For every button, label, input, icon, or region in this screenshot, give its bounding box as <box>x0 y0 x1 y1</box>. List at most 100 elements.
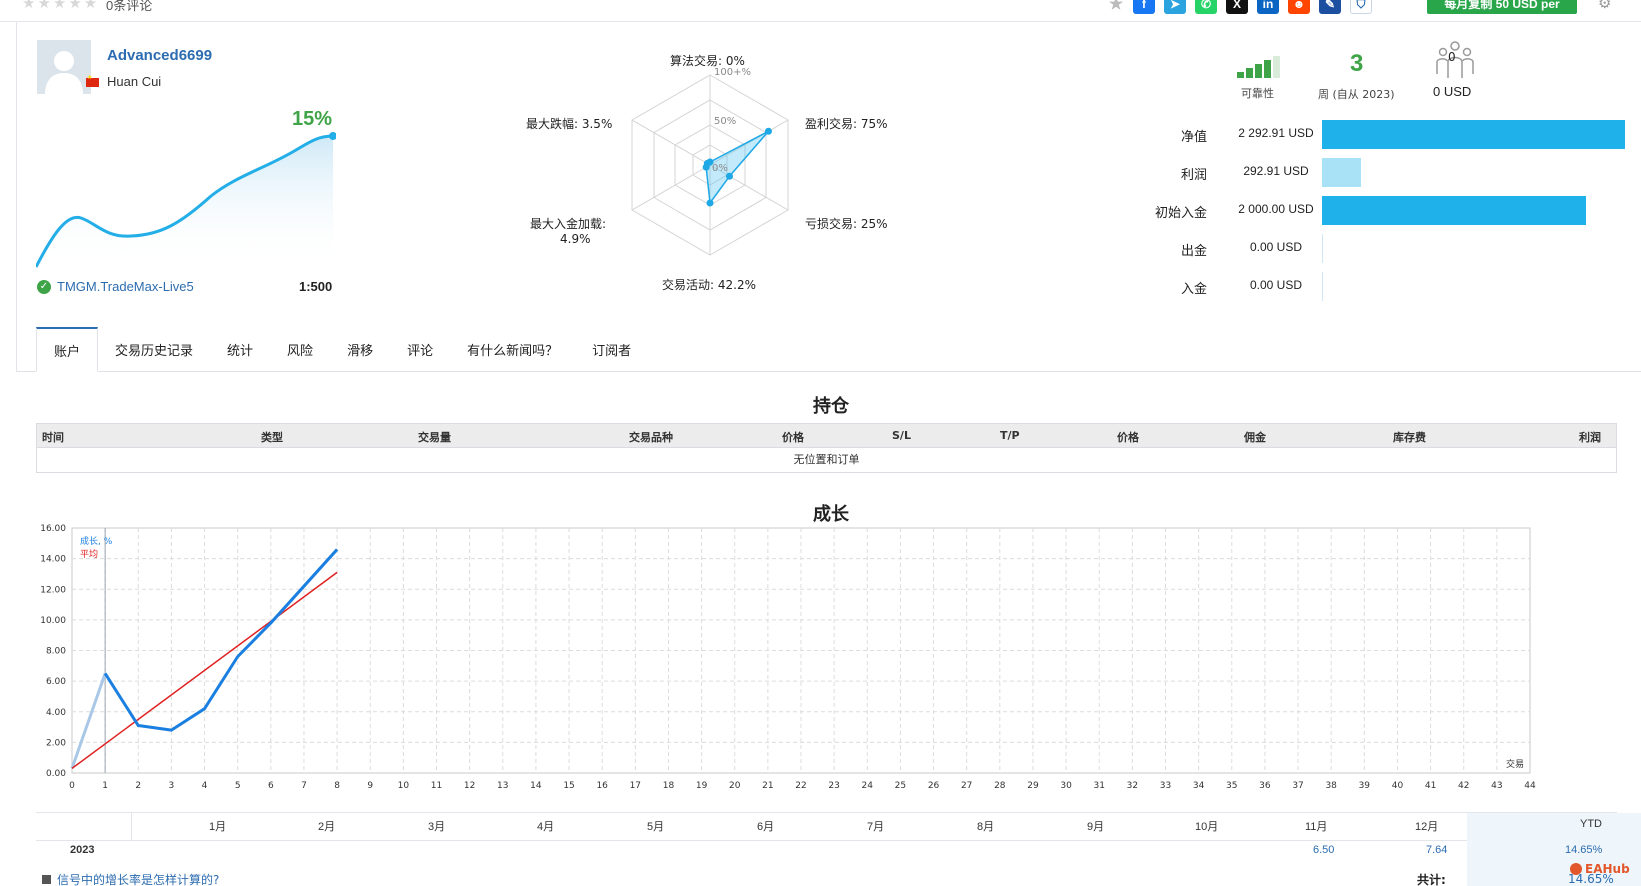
column-header[interactable]: 库存费 <box>1393 429 1426 445</box>
y-tick-label: 0.00 <box>46 769 66 779</box>
x-tick-label: 38 <box>1325 781 1337 791</box>
month-label: 6月 <box>757 821 775 833</box>
y-tick-label: 12.00 <box>40 585 66 595</box>
telegram-icon[interactable]: ➤ <box>1164 0 1186 14</box>
top-bar: ★★★★★ 0条评论 ★ f ➤ ✆ X in ☻ ✎ ⛉ 每月复制 50 US… <box>0 0 1641 22</box>
month-label: 2月 <box>318 821 336 833</box>
weeks-label: 周 (自从 2023) <box>1318 88 1395 101</box>
month-label: 12月 <box>1415 821 1439 833</box>
finance-row: 入金 0.00 USD <box>1120 272 1640 302</box>
broker-server[interactable]: ✓ TMGM.TradeMax-Live5 <box>37 279 194 294</box>
x-tick-label: 2 <box>135 781 141 791</box>
left-divider <box>16 22 17 372</box>
x-tick-label: 36 <box>1259 781 1271 791</box>
year-label: 2023 <box>70 844 95 856</box>
server-name[interactable]: TMGM.TradeMax-Live5 <box>57 279 194 294</box>
finance-label: 初始入金 <box>1154 206 1207 221</box>
column-header[interactable]: S/L <box>892 429 911 442</box>
x-tick-label: 16 <box>596 781 608 791</box>
weeks-count: 3 <box>1350 50 1364 77</box>
total-label: 共计: <box>1417 873 1446 886</box>
x-tick-label: 6 <box>268 781 274 791</box>
finance-row: 利润 292.91 USD <box>1120 158 1640 188</box>
monthly-divider <box>36 812 1617 813</box>
finance-label: 净值 <box>1180 130 1207 145</box>
facebook-icon[interactable]: f <box>1133 0 1155 14</box>
radar-scale-50: 50% <box>714 116 736 127</box>
positions-table: 时间 类型 交易量 交易品种 价格 S/L T/P 价格 佣金 库存费 利润 无位置和订单 <box>36 423 1617 473</box>
shield-icon[interactable]: ⛉ <box>1350 0 1372 14</box>
x-tick-label: 27 <box>961 781 972 791</box>
tab-1[interactable]: 交易历史记录 <box>98 327 210 372</box>
growth-sparkline <box>36 132 336 268</box>
finance-label: 入金 <box>1180 282 1207 297</box>
x-icon[interactable]: X <box>1226 0 1248 14</box>
x-tick-label: 7 <box>301 781 307 791</box>
x-tick-label: 4 <box>202 781 208 791</box>
radar-label-activity: 交易活动: 42.2% <box>662 278 756 292</box>
radar-point <box>703 159 711 167</box>
x-tick-label: 13 <box>497 781 508 791</box>
tab-5[interactable]: 评论 <box>390 327 450 372</box>
subscribers-count: 0 <box>1448 50 1456 64</box>
monthly-divider <box>36 840 1617 841</box>
username[interactable]: Advanced6699 <box>107 47 212 64</box>
x-tick-label: 15 <box>563 781 574 791</box>
eahub-logo-icon <box>1570 863 1582 875</box>
watermark-text: EAHub <box>1585 862 1630 876</box>
column-header[interactable]: 时间 <box>42 429 64 445</box>
x-tick-label: 12 <box>464 781 475 791</box>
growth-faq-text[interactable]: 信号中的增长率是怎样计算的? <box>57 871 219 886</box>
whatsapp-icon[interactable]: ✆ <box>1195 0 1217 14</box>
x-tick-label: 33 <box>1160 781 1171 791</box>
nov-value: 6.50 <box>1313 844 1335 856</box>
positions-title: 持仓 <box>813 396 849 417</box>
rating-stars-icon[interactable]: ★★★★★ <box>22 0 99 12</box>
finance-bar <box>1322 158 1361 187</box>
y-tick-label: 2.00 <box>46 738 66 748</box>
column-header[interactable]: 交易品种 <box>629 429 673 445</box>
reddit-icon[interactable]: ☻ <box>1288 0 1310 14</box>
eahub-watermark: EAHub <box>1570 862 1630 876</box>
gear-icon[interactable]: ⚙ <box>1598 0 1611 12</box>
column-header[interactable]: 价格 <box>782 429 804 445</box>
column-header[interactable]: 佣金 <box>1244 429 1266 445</box>
share-icons: ★ f ➤ ✆ X in ☻ ✎ ⛉ <box>1108 0 1372 14</box>
tab-4[interactable]: 滑移 <box>330 327 390 372</box>
favorite-star-icon[interactable]: ★ <box>1108 0 1124 14</box>
tab-2[interactable]: 统计 <box>210 327 270 372</box>
x-axis-label: 交易 <box>1506 758 1524 770</box>
x-tick-label: 17 <box>630 781 641 791</box>
finance-bar <box>1322 120 1625 149</box>
review-count[interactable]: 0条评论 <box>106 0 152 14</box>
x-tick-label: 34 <box>1193 781 1205 791</box>
china-flag-icon <box>86 74 99 87</box>
finance-row: 净值 2 292.91 USD <box>1120 120 1640 150</box>
column-header[interactable]: 价格 <box>1117 429 1139 445</box>
tab-7[interactable]: 订阅者 <box>575 327 648 372</box>
linkedin-icon[interactable]: in <box>1257 0 1279 14</box>
x-tick-label: 39 <box>1359 781 1371 791</box>
tab-bar: 账户 交易历史记录 统计 风险 滑移 评论 有什么新闻吗？ 订阅者 <box>36 327 648 372</box>
column-header[interactable]: 利润 <box>1579 429 1601 445</box>
column-header[interactable]: 类型 <box>261 429 283 445</box>
positions-header: 时间 类型 交易量 交易品种 价格 S/L T/P 价格 佣金 库存费 利润 <box>37 424 1616 448</box>
ytd-value: 14.65% <box>1565 844 1603 856</box>
x-tick-label: 0 <box>69 781 75 791</box>
x-tick-label: 32 <box>1127 781 1138 791</box>
weibo-icon[interactable]: ✎ <box>1319 0 1341 14</box>
x-tick-label: 23 <box>828 781 839 791</box>
x-tick-label: 42 <box>1458 781 1469 791</box>
x-tick-label: 31 <box>1094 781 1105 791</box>
subscribe-button[interactable]: 每月复制 50 USD per <box>1427 0 1577 14</box>
x-tick-label: 22 <box>795 781 806 791</box>
month-label: 4月 <box>537 821 555 833</box>
tab-0[interactable]: 账户 <box>36 327 99 372</box>
column-header[interactable]: 交易量 <box>418 429 451 445</box>
growth-faq-link[interactable]: 信号中的增长率是怎样计算的? <box>42 871 219 886</box>
tab-6[interactable]: 有什么新闻吗？ <box>450 327 575 372</box>
column-header[interactable]: T/P <box>1000 429 1020 442</box>
tab-3[interactable]: 风险 <box>270 327 330 372</box>
x-tick-label: 5 <box>235 781 241 791</box>
dec-value: 7.64 <box>1426 844 1448 856</box>
